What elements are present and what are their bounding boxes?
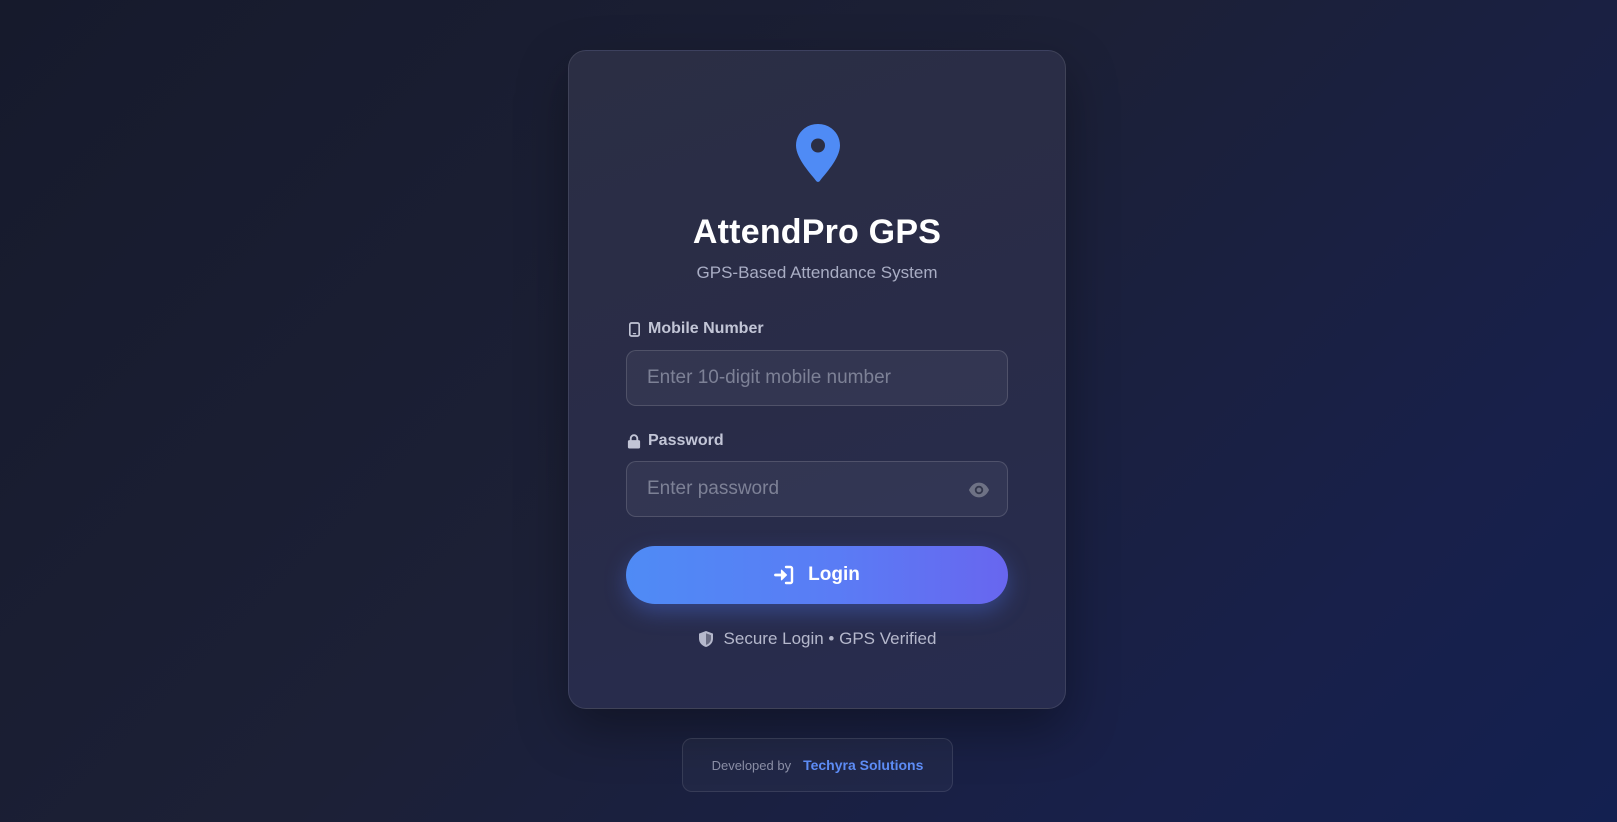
secure-note-text: Secure Login • GPS Verified [723, 629, 937, 648]
mobile-number-label: Mobile Number [626, 320, 764, 338]
mobile-number-label-text: Mobile Number [648, 320, 764, 337]
login-card: AttendPro GPS GPS-Based Attendance Syste… [568, 50, 1066, 709]
map-pin-icon [796, 124, 840, 182]
sign-in-icon [774, 565, 794, 585]
login-button[interactable]: Login [626, 546, 1008, 604]
app-title: AttendPro GPS [692, 213, 942, 251]
eye-icon[interactable] [968, 480, 990, 500]
developed-by-text: Developed by [711, 757, 792, 773]
shield-icon [698, 630, 715, 648]
password-input[interactable] [627, 462, 1007, 516]
login-button-label: Login [808, 564, 860, 585]
mobile-phone-icon [626, 321, 642, 337]
mobile-number-input[interactable] [627, 351, 1007, 405]
app-subtitle: GPS-Based Attendance System [696, 263, 938, 282]
password-label-text: Password [648, 432, 724, 449]
lock-icon [626, 433, 642, 449]
password-field-wrapper [626, 461, 1008, 517]
company-link[interactable]: Techyra Solutions [803, 757, 923, 773]
mobile-number-field-wrapper [626, 350, 1008, 406]
password-label: Password [626, 432, 724, 450]
developer-credit: Developed by Techyra Solutions [682, 738, 953, 792]
secure-note: Secure Login • GPS Verified [569, 629, 1065, 649]
